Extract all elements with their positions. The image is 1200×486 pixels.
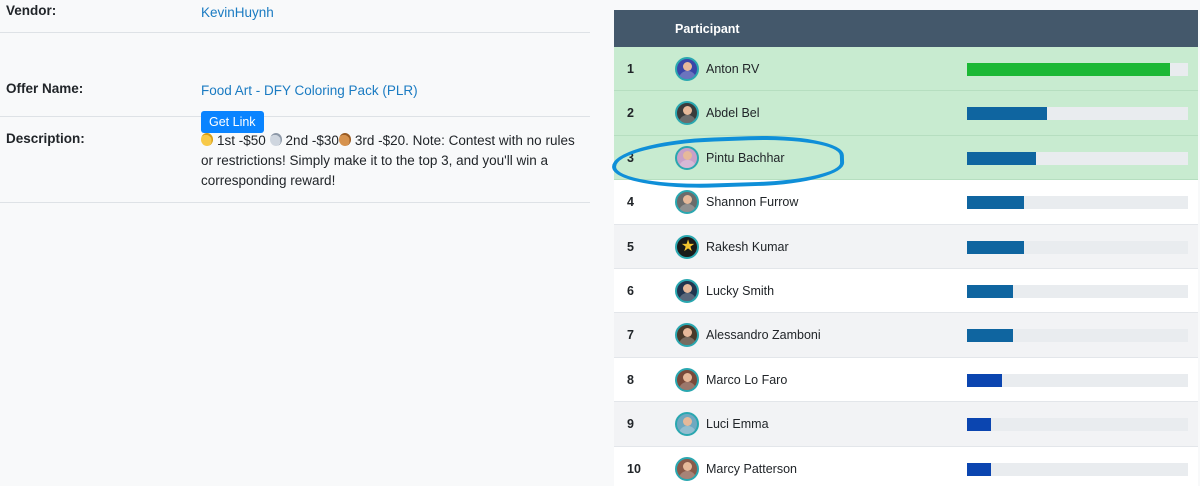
vendor-label: Vendor: [6, 3, 57, 18]
leaderboard-rows: 1 Anton RV 2 Abdel Bel 3 Pintu Bachhar 4 Shanno… [614, 47, 1198, 486]
rank-number: 10 [627, 461, 641, 476]
progress-bar [967, 284, 1188, 298]
leaderboard-row: 3 Pintu Bachhar [614, 135, 1198, 181]
star-icon: ★ [675, 234, 699, 259]
offer-name-label: Offer Name: [6, 81, 84, 96]
avatar [675, 278, 699, 303]
rank-number: 3 [627, 150, 634, 165]
leaderboard-header: Participant [614, 10, 1198, 47]
offer-name-link[interactable]: Food Art - DFY Coloring Pack (PLR) [201, 83, 418, 98]
progress-bar [967, 107, 1188, 121]
leaderboard-row: 4 Shannon Furrow [614, 180, 1198, 225]
rank-number: 6 [627, 283, 634, 298]
avatar [675, 367, 699, 392]
participant-name: Abdel Bel [706, 106, 760, 121]
progress-bar-fill [967, 196, 1025, 210]
participant-name: Marco Lo Faro [706, 372, 788, 387]
avatar [675, 456, 699, 481]
rank-number: 4 [627, 195, 634, 210]
bronze-medal-icon [338, 133, 351, 146]
leaderboard-row: 7 Alessandro Zamboni [614, 313, 1198, 358]
participant-name: Anton RV [706, 62, 760, 76]
rank-number: 2 [627, 106, 634, 121]
progress-bar-fill [967, 107, 1047, 121]
progress-bar [967, 462, 1188, 476]
leaderboard-row: 5 ★ Rakesh Kumar [614, 224, 1198, 269]
leaderboard-row: 8 Marco Lo Faro [614, 357, 1198, 403]
participant-name: Shannon Furrow [706, 195, 799, 210]
progress-bar [967, 63, 1188, 76]
progress-bar-fill [967, 373, 1003, 387]
leaderboard-row: 9 Luci Emma [614, 402, 1198, 447]
progress-bar-fill [967, 329, 1014, 343]
progress-bar [967, 373, 1188, 387]
rank-number: 7 [627, 328, 634, 343]
progress-bar [967, 151, 1188, 165]
vendor-link[interactable]: KevinHuynh [201, 5, 274, 20]
participant-name: Alessandro Zamboni [706, 328, 821, 343]
avatar [675, 145, 699, 170]
get-link-button[interactable]: Get Link [201, 111, 264, 133]
description-label: Description: [6, 131, 85, 146]
offer-row: Offer Name: Food Art - DFY Coloring Pack… [0, 33, 590, 133]
rank-number: 9 [627, 417, 634, 432]
progress-bar-fill [967, 240, 1025, 254]
description-text: 1st -$50 2nd -$30 3rd -$20. Note: Contest… [201, 131, 584, 202]
avatar [675, 323, 699, 348]
participant-name: Pintu Bachhar [706, 150, 785, 165]
leaderboard-row: 2 Abdel Bel [614, 91, 1198, 136]
progress-bar [967, 329, 1188, 343]
progress-bar-fill [967, 151, 1036, 165]
leaderboard-row: 6 Lucky Smith [614, 268, 1198, 314]
progress-bar [967, 196, 1188, 210]
silver-medal-icon [269, 133, 282, 146]
leaderboard-row: 1 Anton RV [614, 47, 1198, 92]
progress-bar-fill [967, 418, 992, 432]
participant-name: Lucky Smith [706, 283, 775, 298]
participant-name: Marcy Patterson [706, 461, 798, 476]
gold-medal-icon [201, 133, 213, 146]
avatar [675, 190, 699, 215]
description-second: 2nd -$30 [285, 133, 339, 148]
page-root: Vendor: KevinHuynh Offer Name: Food Art … [0, 0, 1200, 486]
participant-column-header: Participant [675, 22, 740, 36]
avatar [675, 101, 699, 126]
description-first: 1st -$50 [217, 133, 266, 148]
rank-number: 1 [627, 62, 634, 76]
offer-details: Vendor: KevinHuynh Offer Name: Food Art … [0, 0, 590, 203]
vendor-row: Vendor: KevinHuynh [0, 0, 590, 33]
rank-number: 5 [627, 239, 634, 254]
participant-name: Luci Emma [706, 417, 769, 432]
avatar [675, 57, 699, 81]
progress-bar [967, 240, 1188, 254]
progress-bar [967, 418, 1188, 432]
rank-number: 8 [627, 372, 634, 387]
progress-bar-fill [967, 63, 1171, 76]
leaderboard-row: 10 Marcy Patterson [614, 446, 1198, 486]
progress-bar-fill [967, 284, 1014, 298]
leaderboard: Participant 1 Anton RV 2 Abdel Bel 3 Pintu Ba… [614, 10, 1198, 486]
avatar [675, 412, 699, 437]
participant-name: Rakesh Kumar [706, 239, 789, 254]
progress-bar-fill [967, 462, 992, 476]
